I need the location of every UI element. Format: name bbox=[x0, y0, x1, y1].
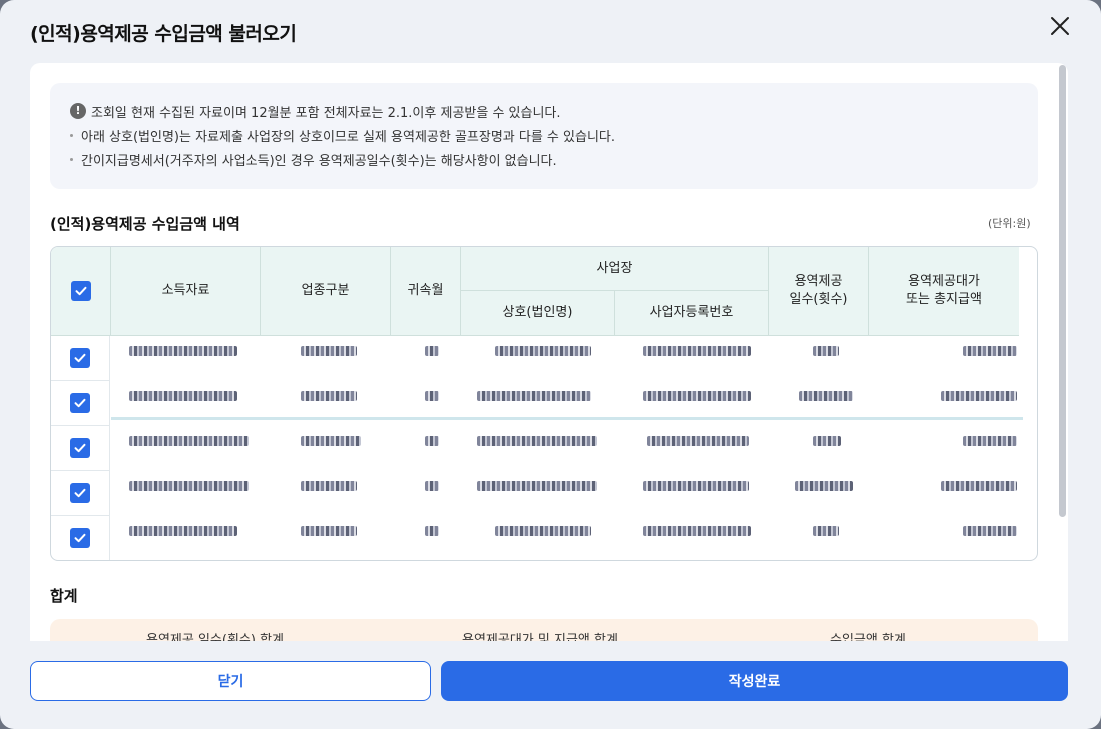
redacted-text bbox=[643, 526, 751, 536]
redacted-text bbox=[301, 481, 357, 491]
modal-title: (인적)용역제공 수입금액 불러오기 bbox=[30, 23, 297, 45]
header-trade-name: 상호(법인명) bbox=[461, 291, 615, 336]
redacted-text bbox=[963, 526, 1017, 536]
table-row[interactable] bbox=[51, 336, 1019, 381]
check-icon bbox=[74, 488, 86, 498]
header-line: 또는 총지급액 bbox=[906, 292, 982, 307]
redacted-text bbox=[495, 346, 591, 356]
header-service-days: 용역제공 일수(횟수) bbox=[769, 247, 869, 336]
unit-label: (단위:원) bbox=[988, 217, 1031, 230]
total-label-payment: 용역제공대가 및 지급액 합계 bbox=[462, 633, 618, 641]
header-line: 용역제공 bbox=[794, 274, 843, 289]
table-row[interactable] bbox=[51, 471, 1019, 516]
redacted-text bbox=[301, 346, 357, 356]
redacted-text bbox=[963, 436, 1017, 446]
redacted-text bbox=[301, 436, 361, 446]
close-dialog-button[interactable]: 닫기 bbox=[30, 661, 431, 701]
redacted-text bbox=[301, 526, 357, 536]
redacted-text bbox=[941, 391, 1017, 401]
check-icon bbox=[75, 286, 86, 296]
totals-title: 합계 bbox=[50, 587, 78, 605]
redacted-text bbox=[129, 346, 237, 356]
row-checkbox[interactable] bbox=[70, 438, 90, 458]
redacted-text bbox=[129, 436, 249, 446]
complete-button[interactable]: 작성완료 bbox=[441, 661, 1068, 701]
redacted-text bbox=[799, 391, 853, 401]
notice-text: 아래 상호(법인명)는 자료제출 사업장의 상호이므로 실제 용역제공한 골프장… bbox=[81, 129, 615, 145]
notice-text: 조회일 현재 수집된 자료이며 12월분 포함 전체자료는 2.1.이후 제공받… bbox=[91, 105, 561, 121]
redacted-text bbox=[129, 526, 237, 536]
row-checkbox-cell bbox=[51, 336, 110, 381]
horizontal-scrollbar[interactable] bbox=[111, 417, 1023, 420]
check-icon bbox=[74, 353, 86, 363]
bullet-icon bbox=[70, 157, 73, 161]
redacted-text bbox=[813, 526, 839, 536]
row-checkbox[interactable] bbox=[70, 348, 90, 368]
redacted-text bbox=[477, 391, 591, 401]
redacted-text bbox=[425, 391, 439, 401]
header-biz-number: 사업자등록번호 bbox=[615, 291, 769, 336]
redacted-text bbox=[477, 436, 597, 446]
row-checkbox-cell bbox=[51, 516, 110, 560]
redacted-text bbox=[643, 391, 751, 401]
redacted-text bbox=[643, 346, 751, 356]
row-checkbox-cell bbox=[51, 471, 110, 516]
redacted-text bbox=[425, 526, 439, 536]
redacted-text bbox=[647, 436, 749, 446]
header-period: 귀속월 bbox=[391, 247, 461, 336]
vertical-scrollbar[interactable] bbox=[1058, 63, 1068, 641]
totals-box: 용역제공 일수(횟수) 합계 용역제공대가 및 지급액 합계 수입금액 합계 bbox=[50, 619, 1038, 641]
header-line: 용역제공대가 bbox=[908, 274, 980, 289]
header-business-type: 업종구분 bbox=[261, 247, 391, 336]
redacted-text bbox=[425, 481, 439, 491]
close-button[interactable] bbox=[1044, 10, 1076, 42]
header-income-source: 소득자료 bbox=[111, 247, 261, 336]
total-label-income: 수입금액 합계 bbox=[830, 633, 906, 641]
section-title: (인적)용역제공 수입금액 내역 bbox=[50, 215, 240, 233]
total-label-days: 용역제공 일수(횟수) 합계 bbox=[146, 633, 285, 641]
check-icon bbox=[74, 533, 86, 543]
row-checkbox[interactable] bbox=[70, 393, 90, 413]
select-all-checkbox[interactable] bbox=[70, 281, 91, 301]
bullet-icon bbox=[70, 133, 73, 137]
redacted-text bbox=[795, 481, 853, 491]
notice-line: 간이지급명세서(거주자의 사업소득)인 경우 용역제공일수(횟수)는 해당사항이… bbox=[70, 147, 1018, 171]
redacted-text bbox=[425, 436, 439, 446]
notice-text: 간이지급명세서(거주자의 사업소득)인 경우 용역제공일수(횟수)는 해당사항이… bbox=[81, 153, 557, 169]
modal-content: ! 조회일 현재 수집된 자료이며 12월분 포함 전체자료는 2.1.이후 제… bbox=[30, 63, 1068, 641]
redacted-text bbox=[301, 391, 357, 401]
header-line: 일수(횟수) bbox=[789, 292, 848, 307]
notice-box: ! 조회일 현재 수집된 자료이며 12월분 포함 전체자료는 2.1.이후 제… bbox=[50, 83, 1038, 189]
redacted-text bbox=[495, 526, 591, 536]
notice-line: 아래 상호(법인명)는 자료제출 사업장의 상호이므로 실제 용역제공한 골프장… bbox=[70, 123, 1018, 147]
redacted-text bbox=[643, 481, 749, 491]
notice-line: ! 조회일 현재 수집된 자료이며 12월분 포함 전체자료는 2.1.이후 제… bbox=[70, 99, 1018, 123]
row-checkbox-cell bbox=[51, 381, 110, 426]
modal-dialog: (인적)용역제공 수입금액 불러오기 ! 조회일 현재 수집된 자료이며 12월… bbox=[0, 0, 1101, 729]
row-checkbox-cell bbox=[51, 426, 110, 471]
check-icon bbox=[74, 443, 86, 453]
row-checkbox[interactable] bbox=[70, 483, 90, 503]
alert-icon: ! bbox=[70, 103, 86, 119]
header-workplace: 사업장 bbox=[461, 247, 769, 291]
scrollbar-thumb[interactable] bbox=[1059, 65, 1066, 517]
redacted-text bbox=[425, 346, 439, 356]
header-total-amount: 용역제공대가 또는 총지급액 bbox=[869, 247, 1019, 336]
check-icon bbox=[74, 398, 86, 408]
table-row[interactable] bbox=[51, 516, 1019, 560]
table-row[interactable] bbox=[51, 426, 1019, 471]
redacted-text bbox=[813, 436, 841, 446]
redacted-text bbox=[129, 391, 237, 401]
close-icon bbox=[1051, 17, 1069, 35]
table-header: 소득자료 업종구분 귀속월 사업장 상호(법인명) 사업자등록번호 용역제공 일… bbox=[51, 247, 1019, 336]
redacted-text bbox=[813, 346, 839, 356]
row-checkbox[interactable] bbox=[70, 528, 90, 548]
redacted-text bbox=[477, 481, 597, 491]
income-table: 소득자료 업종구분 귀속월 사업장 상호(법인명) 사업자등록번호 용역제공 일… bbox=[50, 246, 1038, 561]
header-checkbox-cell bbox=[51, 247, 111, 336]
redacted-text bbox=[129, 481, 249, 491]
redacted-text bbox=[963, 346, 1017, 356]
redacted-text bbox=[941, 481, 1017, 491]
